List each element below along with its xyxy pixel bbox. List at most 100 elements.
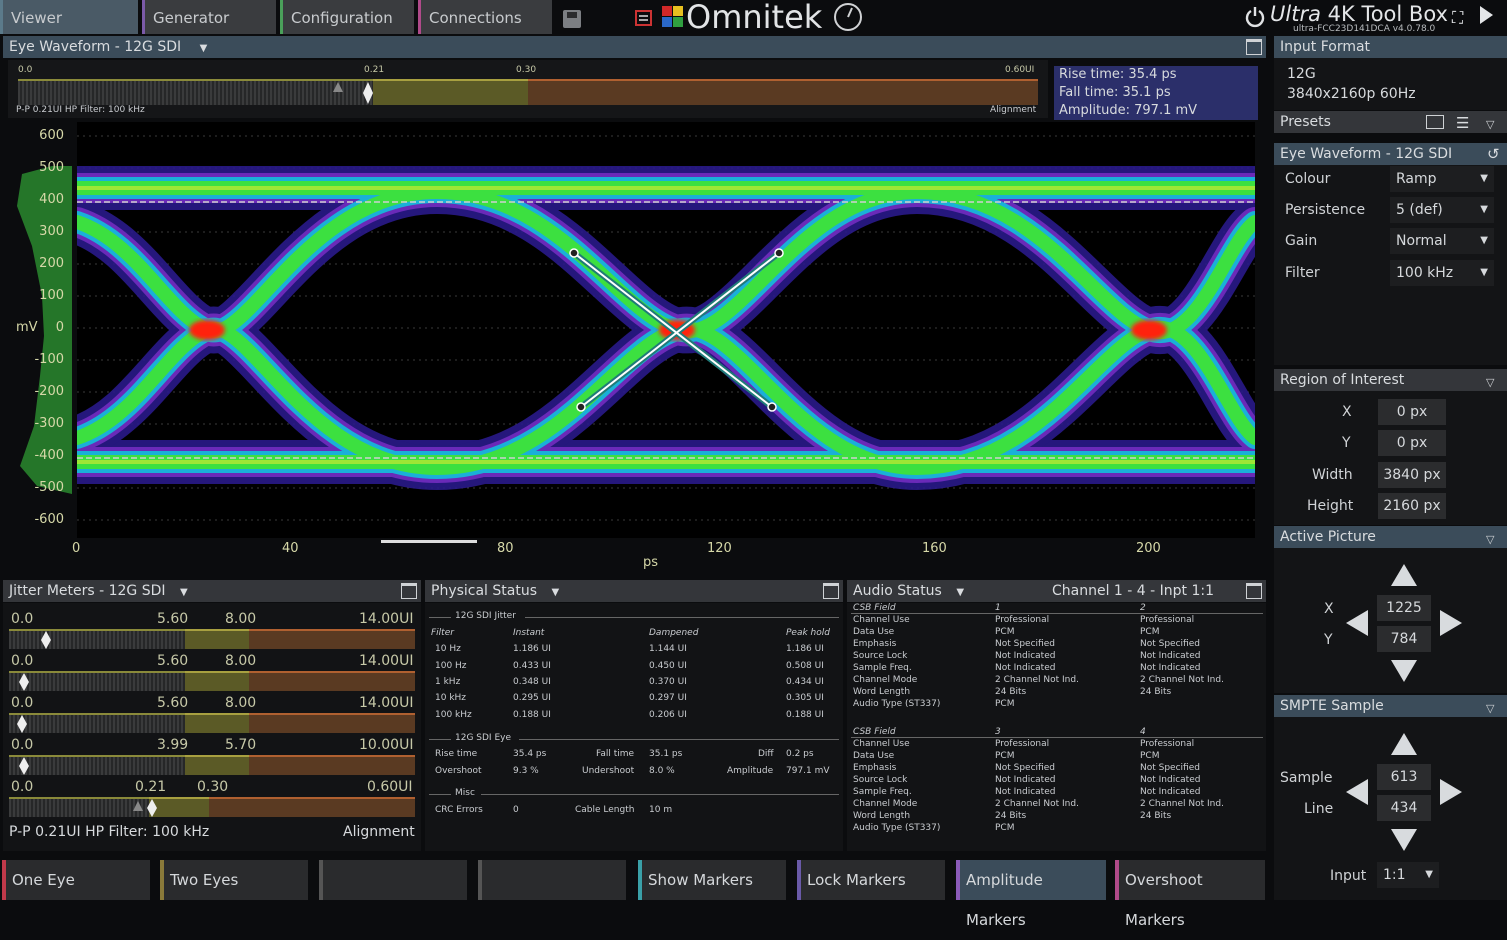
- one-eye-button[interactable]: One Eye: [2, 860, 150, 900]
- eye-value: 9.3 %: [513, 766, 539, 776]
- roi-height-field[interactable]: 2160 px: [1378, 493, 1446, 519]
- meter-tick: 5.60: [157, 695, 189, 711]
- audio-value: Not Indicated: [1140, 787, 1201, 797]
- meter-tick: 8.00: [225, 611, 257, 627]
- maximize-icon[interactable]: [1246, 39, 1262, 55]
- roi-y-field[interactable]: 0 px: [1378, 430, 1446, 456]
- overshoot-markers-button[interactable]: Overshoot Markers: [1115, 860, 1265, 929]
- list-icon[interactable]: ☰: [1456, 112, 1469, 134]
- col-header: Filter: [431, 628, 454, 638]
- tab-connections[interactable]: Connections: [418, 0, 552, 34]
- audio-channel-label: Channel 1 - 4 - Inpt 1:1: [1052, 583, 1215, 599]
- product-title: Ultra 4K Tool Box: [1270, 2, 1448, 26]
- fullscreen-icon[interactable]: ⛶: [1452, 8, 1463, 28]
- y-tick: -100: [34, 352, 64, 367]
- power-icon[interactable]: [1244, 6, 1266, 28]
- left-arrow-icon[interactable]: [1346, 610, 1368, 636]
- audio-panel-title: Audio Status: [853, 583, 942, 599]
- up-arrow-icon[interactable]: [1391, 564, 1417, 586]
- audio-value: Professional: [1140, 739, 1195, 749]
- tab-configuration[interactable]: Configuration: [280, 0, 414, 34]
- line-field[interactable]: 434: [1377, 795, 1431, 821]
- down-arrow-icon[interactable]: [1391, 829, 1417, 851]
- tab-viewer[interactable]: Viewer: [0, 0, 138, 34]
- jitter-meter[interactable]: 0.0 0.21 0.30 0.60UI: [9, 779, 415, 817]
- reset-icon[interactable]: ↺: [1487, 143, 1500, 165]
- right-arrow-icon[interactable]: [1440, 610, 1462, 636]
- up-arrow-icon[interactable]: [1391, 733, 1417, 755]
- eye-panel-dropdown-icon[interactable]: ▼: [200, 43, 208, 54]
- x-tick: 160: [922, 541, 947, 556]
- audio-status: CSB Field 1 2 Channel Use Professional Profes…: [847, 603, 1266, 851]
- persistence-label: Persistence: [1285, 202, 1366, 218]
- info-rise: Rise time: 35.4 ps: [1059, 67, 1177, 82]
- sample-label: Sample: [1280, 770, 1333, 786]
- active-x-field[interactable]: 1225: [1377, 595, 1431, 621]
- y-tick: -500: [34, 480, 64, 495]
- meter-tick: 8.00: [225, 653, 257, 669]
- meter-tick: 0.21: [135, 779, 167, 795]
- audio-field-label: Source Lock: [853, 775, 908, 785]
- jitter-meter[interactable]: 0.0 5.60 8.00 14.00UI: [9, 653, 415, 691]
- audio-value: 1: [995, 603, 1001, 613]
- amplitude-markers-button[interactable]: Amplitude Markers: [956, 860, 1106, 929]
- audio-field-label: Source Lock: [853, 651, 908, 661]
- audio-dropdown-icon[interactable]: ▼: [956, 587, 964, 598]
- layout-icon[interactable]: [1426, 115, 1444, 129]
- line-label: Line: [1304, 801, 1334, 817]
- roi-box: X 0 px Y 0 px Width 3840 px Height 2160 …: [1274, 391, 1507, 525]
- jitter-meter[interactable]: 0.0 5.60 8.00 14.00UI: [9, 611, 415, 649]
- down-arrow-icon[interactable]: [1391, 660, 1417, 682]
- maximize-icon[interactable]: [1246, 583, 1262, 599]
- physical-dropdown-icon[interactable]: ▼: [551, 587, 559, 598]
- gain-select[interactable]: Normal ▼: [1390, 228, 1494, 254]
- slider-tick-1: 0.21: [364, 65, 385, 75]
- format-standard: 12G: [1287, 66, 1316, 82]
- eye-waveform-plot[interactable]: [77, 122, 1255, 538]
- maximize-icon[interactable]: [401, 583, 417, 599]
- empty-button-2[interactable]: [478, 860, 626, 900]
- jitter-cell: 1 kHz: [435, 677, 461, 687]
- alignment-slider[interactable]: 0.0 0.21 0.30 0.60UI P-P 0.21UI HP Filte…: [8, 60, 1048, 118]
- sample-field[interactable]: 613: [1377, 764, 1431, 790]
- empty-button-1[interactable]: [319, 860, 467, 900]
- play-icon[interactable]: [1480, 6, 1493, 24]
- input-select[interactable]: 1:1 ▼: [1377, 862, 1439, 888]
- filter-value: 100 kHz: [1396, 265, 1454, 281]
- jitter-cell: 0.508 UI: [786, 661, 824, 671]
- y-tick: 600: [39, 128, 64, 143]
- lock-markers-button[interactable]: Lock Markers: [797, 860, 945, 900]
- audio-value: 2 Channel Not Ind.: [1140, 799, 1224, 809]
- audio-value: Not Indicated: [995, 775, 1056, 785]
- audio-value: Not Indicated: [1140, 651, 1201, 661]
- chevron-down-icon[interactable]: ▽: [1486, 114, 1494, 136]
- jitter-dropdown-icon[interactable]: ▼: [180, 587, 188, 598]
- audio-field-label: Emphasis: [853, 639, 897, 649]
- roi-width-field[interactable]: 3840 px: [1378, 462, 1446, 488]
- jitter-meters: 0.0 5.60 8.00 14.00UI 0.0 5.60 8.00 14.0…: [3, 603, 421, 851]
- roi-x-field[interactable]: 0 px: [1378, 399, 1446, 425]
- jitter-meter[interactable]: 0.0 5.60 8.00 14.00UI: [9, 695, 415, 733]
- tab-generator[interactable]: Generator: [142, 0, 276, 34]
- show-markers-button[interactable]: Show Markers: [638, 860, 786, 900]
- save-icon[interactable]: [563, 10, 581, 28]
- x-unit: ps: [643, 555, 659, 570]
- meter-tick: 0.0: [11, 737, 34, 753]
- misc-value: 10 m: [649, 805, 673, 815]
- maximize-icon[interactable]: [823, 583, 839, 599]
- two-eyes-button[interactable]: Two Eyes: [160, 860, 308, 900]
- jitter-meter[interactable]: 0.0 3.99 5.70 10.00UI: [9, 737, 415, 775]
- audio-value: PCM: [1140, 751, 1160, 761]
- left-arrow-icon[interactable]: [1346, 779, 1368, 805]
- misc-label: CRC Errors: [435, 805, 483, 815]
- active-y-field[interactable]: 784: [1377, 626, 1431, 652]
- filter-select[interactable]: 100 kHz ▼: [1390, 260, 1494, 286]
- colour-select[interactable]: Ramp ▼: [1390, 166, 1494, 192]
- right-arrow-icon[interactable]: [1440, 779, 1462, 805]
- jitter-footer-right: Alignment: [343, 824, 415, 840]
- snapshot-icon[interactable]: [634, 8, 654, 28]
- presets-header: Presets ☰ ▽: [1274, 111, 1507, 133]
- persistence-select[interactable]: 5 (def) ▼: [1390, 197, 1494, 223]
- chevron-down-icon: ▼: [1480, 173, 1488, 184]
- jitter-section-title: 12G SDI Jitter: [455, 611, 516, 621]
